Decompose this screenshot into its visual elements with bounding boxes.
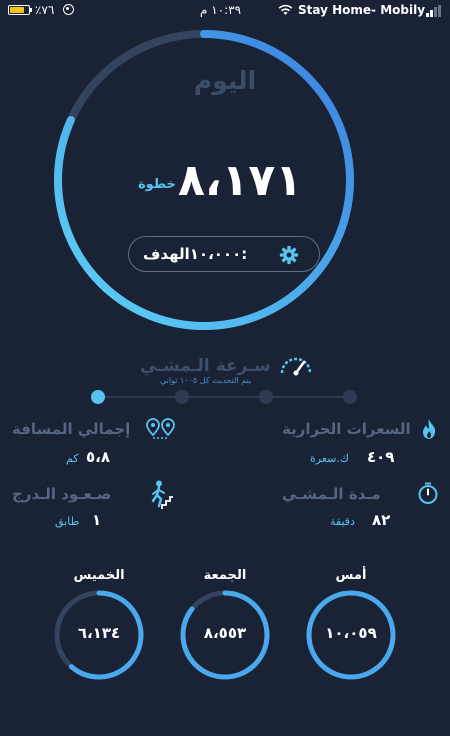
distance-title: إجمالي المسافة [12,420,131,438]
battery-icon [8,5,30,15]
day-steps-value: ٦،١٣٤ [77,624,121,642]
battery-percent: ٪٧٦ [35,3,55,17]
day-label: الخميس [73,568,125,583]
clock: ١٠:٣٩ م [200,3,242,17]
steps-count: ٨،١٧١ [178,155,303,206]
gear-icon [279,245,299,265]
today-title: اليوم [193,66,257,95]
stairs-climb-icon [151,480,173,509]
day-steps-value: ١٠،٠٥٩ [325,624,377,642]
speed-step-2[interactable] [175,390,189,404]
walk-time-unit: دقيقة [330,515,355,528]
stairs-unit: طابق [55,515,80,528]
day-label: أمس [335,568,367,583]
stairs-title: صـعـود الـدرج [12,485,112,503]
goal-value: ١٠،٠٠٠ [189,245,242,263]
steps-display: ٨،١٧١ خطوة [136,155,316,215]
stopwatch-icon [418,482,438,504]
stairs-value: ١ [92,511,102,529]
calories-unit: ك.سعرة [310,452,349,465]
speed-slider-track [98,396,350,398]
update-interval-text: يتم التحديث كل ١٠٠٥ ثواني [160,376,252,385]
status-bar: ٪٧٦ ١٠:٣٩ م Stay Home- Mobily [0,0,450,22]
distance-pins-icon [146,418,175,439]
signal-icon [426,5,442,17]
goal-text: ١٠،٠٠٠الهدف: [143,245,247,263]
speed-step-4[interactable] [343,390,357,404]
calories-value: ٤٠٩ [367,448,395,466]
calories-title: السعرات الحرارية [282,420,411,438]
walk-time-value: ٨٢ [372,511,391,529]
day-steps-value: ٨،٥٥٣ [203,624,247,642]
speed-step-3[interactable] [259,390,273,404]
flame-icon [423,419,436,439]
speedometer-icon [280,357,312,376]
day-label: الجمعة [203,568,247,583]
walk-time-title: مـدة الـمشـي [282,485,381,503]
speed-step-1[interactable] [91,390,105,404]
rotation-lock-icon [63,4,74,15]
steps-unit: خطوة [138,177,176,192]
battery-tip [30,8,32,12]
walking-speed-title: سـرعة الـمشـي [140,356,271,376]
distance-unit: كم [66,452,79,465]
carrier-name: Stay Home- Mobily [298,3,426,17]
wifi-icon [278,4,293,15]
distance-value: ٥،٨ [86,448,111,466]
goal-button[interactable]: ١٠،٠٠٠الهدف: [128,236,320,272]
